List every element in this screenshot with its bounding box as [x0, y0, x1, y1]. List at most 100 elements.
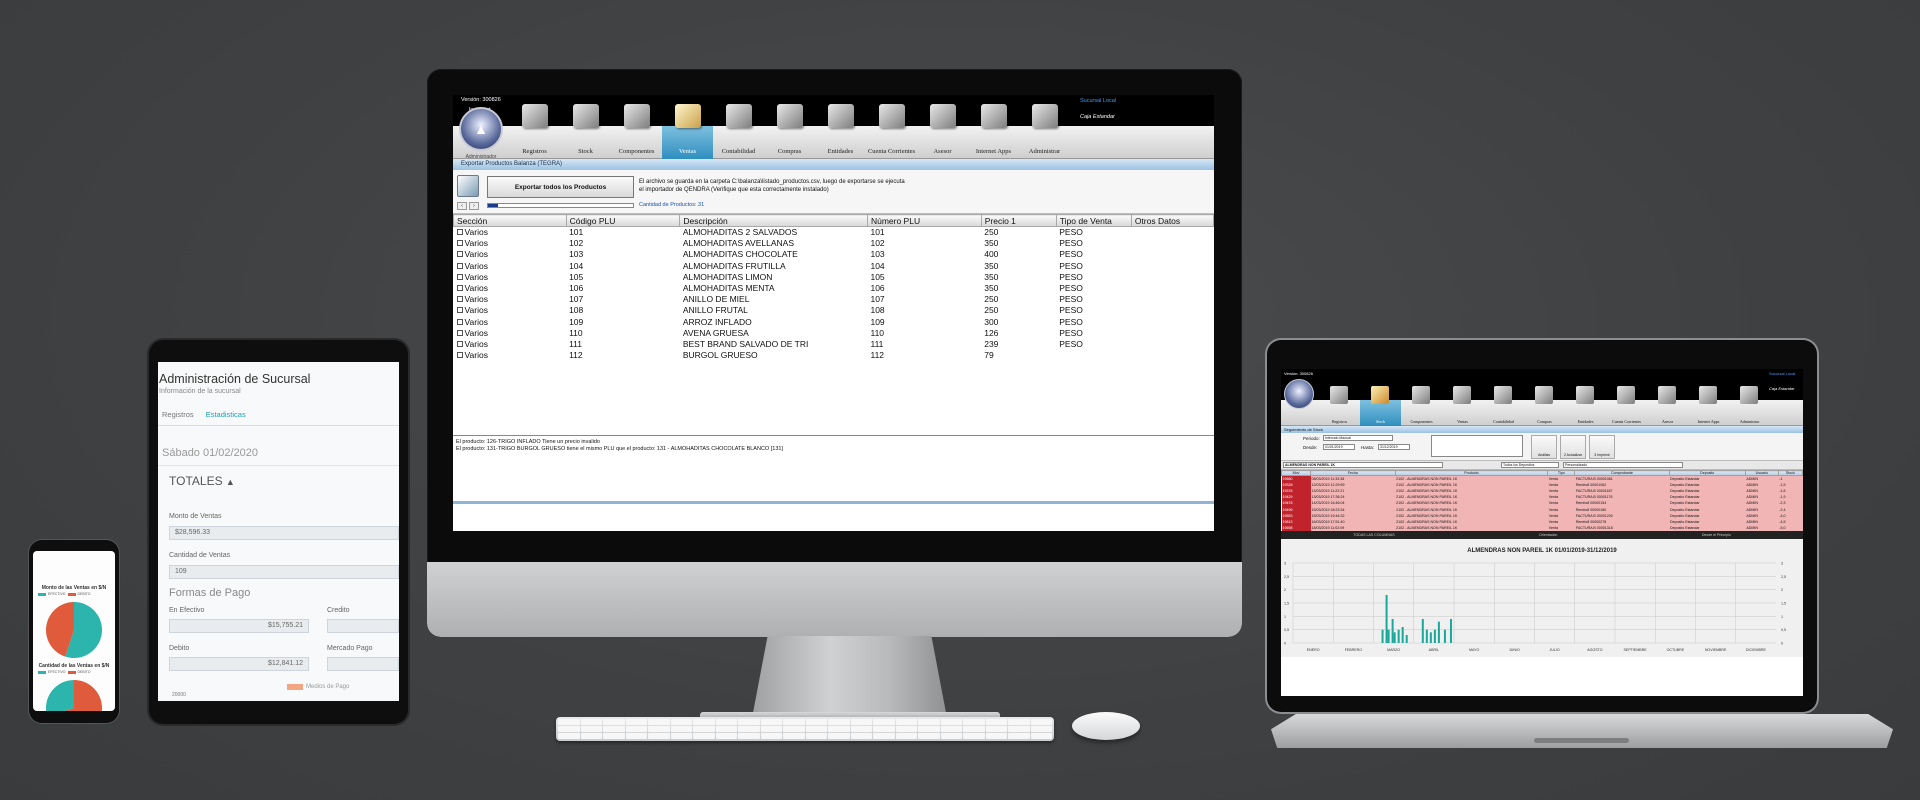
- keyboard: [556, 717, 1054, 741]
- table-row[interactable]: Varios 102 ALMOHADITAS AVELLANAS 102 350 PESO: [454, 238, 1214, 249]
- table-row[interactable]: Varios 105 ALMOHADITAS LIMON 105 350 PESO: [454, 271, 1214, 282]
- stock-grid[interactable]: Mov Fecha Producto Tipo Comprobante Deposito U…: [1281, 470, 1803, 532]
- nav-item-entidades[interactable]: Entidades: [815, 104, 866, 159]
- row-checkbox[interactable]: [456, 329, 463, 336]
- toolbar-orientation[interactable]: Orientación: [1539, 533, 1557, 537]
- products-grid[interactable]: Sección Código PLU Descripción Número PLU Pr…: [453, 214, 1214, 436]
- table-row[interactable]: Varios 106 ALMOHADITAS MENTA 106 350 PESO: [454, 282, 1214, 293]
- totales-toggle[interactable]: TOTALES ▲: [169, 474, 235, 488]
- nav-item-administrar[interactable]: Administrar: [1729, 386, 1770, 426]
- column-header[interactable]: Número PLU: [866, 214, 982, 227]
- nav-item-stock[interactable]: Stock: [560, 104, 611, 159]
- row-checkbox[interactable]: [456, 262, 463, 269]
- nav-item-asesor[interactable]: Asesor: [1647, 386, 1688, 426]
- divider: [158, 465, 399, 466]
- table-row[interactable]: Varios 104 ALMOHADITAS FRUTILLA 104 350 PESO: [454, 260, 1214, 271]
- nav-item-asesor[interactable]: Asesor: [917, 104, 968, 159]
- tab-registros[interactable]: Registros: [162, 410, 194, 419]
- actualizar-button[interactable]: 2 Actualizar: [1560, 435, 1586, 459]
- hasta-input[interactable]: 31/12/2019: [1378, 444, 1410, 450]
- column-header[interactable]: Descripción: [679, 214, 868, 227]
- export-all-button[interactable]: Exportar todos los Productos: [487, 176, 634, 198]
- row-checkbox[interactable]: [456, 296, 463, 303]
- key: [963, 726, 985, 732]
- cuenta-corrientes-icon: [879, 104, 905, 128]
- row-checkbox[interactable]: [456, 240, 463, 247]
- app-logo[interactable]: [1284, 379, 1314, 409]
- nav-item-label: Contabilidad: [721, 148, 756, 155]
- key: [850, 733, 872, 739]
- export-message: El archivo se guarda en la carpeta C:\ba…: [639, 178, 1019, 194]
- product-count: Cantidad de Productos: 31: [639, 202, 705, 208]
- periodo-select[interactable]: Intervalo Manual: [1323, 435, 1393, 441]
- cantidad-field: 109: [169, 565, 399, 579]
- nav-item-ventas[interactable]: Ventas: [662, 104, 713, 159]
- personalizado-select[interactable]: Personalizado: [1563, 462, 1683, 468]
- table-row[interactable]: Varios 109 ARROZ INFLADO 109 300 PESO: [454, 316, 1214, 327]
- contabilidad-icon: [1494, 386, 1512, 404]
- movement-type-list[interactable]: [1431, 435, 1523, 457]
- nav-item-internet-apps[interactable]: Internet Apps: [1688, 386, 1729, 426]
- nav-item-cuenta-corrientes[interactable]: Cuenta Corrientes: [866, 104, 917, 159]
- nav-item-compras[interactable]: Compras: [1524, 386, 1565, 426]
- column-header[interactable]: Código PLU: [565, 214, 681, 227]
- nav-item-contabilidad[interactable]: Contabilidad: [713, 104, 764, 159]
- row-checkbox[interactable]: [456, 318, 463, 325]
- legend-swatch: [38, 592, 46, 596]
- deposito-select[interactable]: Todos los Depositos: [1501, 462, 1559, 468]
- row-checkbox[interactable]: [456, 340, 463, 347]
- desde-input[interactable]: 01/01/2019: [1323, 444, 1355, 450]
- y-tick-label: 1,5: [1781, 602, 1786, 606]
- chart-bar: [1387, 629, 1390, 644]
- product-select[interactable]: ALMENDRAS NON PAREIL 1K: [1283, 462, 1443, 468]
- nav-item-compras[interactable]: Compras: [764, 104, 815, 159]
- toolbar-start[interactable]: Desde el Principio: [1702, 533, 1731, 537]
- nav-item-registros[interactable]: Registros: [1319, 386, 1360, 426]
- row-checkbox[interactable]: [456, 285, 463, 292]
- row-checkbox[interactable]: [456, 273, 463, 280]
- nav-item-ventas[interactable]: Ventas: [1442, 386, 1483, 426]
- nav-item-label: Internet Apps: [1697, 419, 1720, 424]
- row-checkbox[interactable]: [456, 251, 463, 258]
- next-icon[interactable]: ›: [469, 202, 479, 210]
- page-subtitle: Información de la sucursal: [159, 388, 241, 395]
- column-header[interactable]: Precio 1: [980, 214, 1057, 227]
- key: [873, 726, 895, 732]
- table-row[interactable]: Varios 107 ANILLO DE MIEL 107 250 PESO: [454, 294, 1214, 305]
- imprimir-button[interactable]: 3 Imprimir: [1589, 435, 1615, 459]
- column-header[interactable]: Sección: [453, 214, 567, 227]
- row-checkbox[interactable]: [456, 352, 463, 359]
- table-cell: 250: [984, 305, 999, 316]
- nav-item-label: Compras: [777, 148, 802, 155]
- analisis-button[interactable]: Análisis: [1531, 435, 1557, 459]
- table-row[interactable]: Varios 101 ALMOHADITAS 2 SALVADOS 101 250 PES…: [454, 227, 1214, 238]
- table-row[interactable]: Varios 108 ANILLO FRUTAL 108 250 PESO: [454, 305, 1214, 316]
- column-header[interactable]: Tipo de Venta: [1055, 214, 1132, 227]
- toolbar-columns[interactable]: TODAS LAS COLUMNAS: [1353, 533, 1394, 537]
- row-checkbox[interactable]: [456, 229, 463, 236]
- row-checkbox[interactable]: [456, 307, 463, 314]
- nav-item-componentes[interactable]: Componentes: [611, 104, 662, 159]
- key: [738, 719, 760, 725]
- prev-icon[interactable]: ‹: [457, 202, 467, 210]
- nav-item-componentes[interactable]: Componentes: [1401, 386, 1442, 426]
- table-row[interactable]: Varios 103 ALMOHADITAS CHOCOLATE 103 400 PESO: [454, 249, 1214, 260]
- nav-item-internet-apps[interactable]: Internet Apps: [968, 104, 1019, 159]
- table-row[interactable]: Varios 111 BEST BRAND SALVADO DE TRI 111 239…: [454, 338, 1214, 349]
- tab-estadisticas[interactable]: Estadisticas: [206, 410, 246, 419]
- nav-item-entidades[interactable]: Entidades: [1565, 386, 1606, 426]
- date-heading: Sábado 01/02/2020: [162, 447, 259, 459]
- key: [850, 719, 872, 725]
- table-row[interactable]: Varios 110 AVENA GRUESA 110 126 PESO: [454, 327, 1214, 338]
- grid-body: Varios 101 ALMOHADITAS 2 SALVADOS 101 250 PES…: [454, 227, 1214, 361]
- column-header[interactable]: Otros Datos: [1130, 214, 1214, 227]
- nav-item-cuenta-corrientes[interactable]: Cuenta Corrientes: [1606, 386, 1647, 426]
- cantidad-label: Cantidad de Ventas: [169, 552, 231, 559]
- nav-item-contabilidad[interactable]: Contabilidad: [1483, 386, 1524, 426]
- table-row[interactable]: Varios 112 BURGOL GRUESO 112 79: [454, 350, 1214, 361]
- app-logo[interactable]: ▲: [459, 107, 503, 151]
- nav-item-stock[interactable]: Stock: [1360, 386, 1401, 426]
- nav-item-administrar[interactable]: Administrar: [1019, 104, 1070, 159]
- nav-item-registros[interactable]: Registros: [509, 104, 560, 159]
- chart-bar: [1433, 629, 1436, 644]
